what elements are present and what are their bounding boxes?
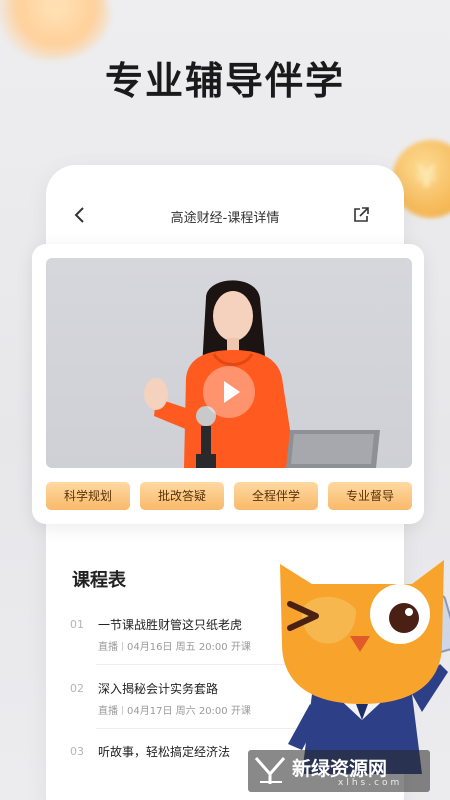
watermark-logo-icon [254,757,286,784]
video-card: 科学规划 批改答疑 全程伴学 专业督导 [32,244,424,524]
nav-bar: 高途财经-课程详情 [46,195,404,235]
course-title: 听故事，轻松搞定经济法 [98,745,231,759]
course-status: 开课 [230,706,251,717]
tag-button[interactable]: 科学规划 [46,482,130,510]
course-number: 02 [70,682,84,695]
course-type: 直播 [98,706,118,717]
course-time: 20:00 [198,706,228,717]
divider [96,664,296,665]
schedule-title: 课程表 [72,570,126,591]
course-meta: 直播 04月17日 周六 20:00 开课 [98,702,251,717]
tag-button[interactable]: 批改答疑 [140,482,224,510]
course-time: 20:00 [198,642,228,653]
course-number: 03 [70,745,84,758]
video-player[interactable] [46,258,412,468]
course-weekday: 周六 [175,706,196,717]
watermark: 新绿资源网 xlhs.com [248,750,430,792]
instructor-video-frame [144,280,380,468]
promo-headline: 专业辅导伴学 [104,59,345,103]
page-title: 高途财经-课程详情 [170,211,280,226]
tag-button[interactable]: 专业督导 [328,482,412,510]
owl-mascot-icon [280,560,450,774]
share-icon[interactable] [352,206,370,224]
course-meta: 直播 04月16日 周五 20:00 开课 [98,638,251,653]
course-title: 一节课战胜财管这只纸老虎 [98,618,243,632]
course-date: 04月16日 [127,642,173,653]
course-number: 01 [70,618,84,631]
course-status: 开课 [230,642,251,653]
watermark-text: 新绿资源网 [292,758,388,780]
divider [96,728,296,729]
course-type: 直播 [98,642,118,653]
watermark-url: xlhs.com [338,778,403,788]
course-title: 深入揭秘会计实务套路 [98,682,219,696]
course-date: 04月17日 [127,706,173,717]
play-icon[interactable] [203,366,255,418]
tag-button[interactable]: 全程伴学 [234,482,318,510]
feature-tags: 科学规划 批改答疑 全程伴学 专业督导 [46,482,412,510]
course-weekday: 周五 [175,642,196,653]
